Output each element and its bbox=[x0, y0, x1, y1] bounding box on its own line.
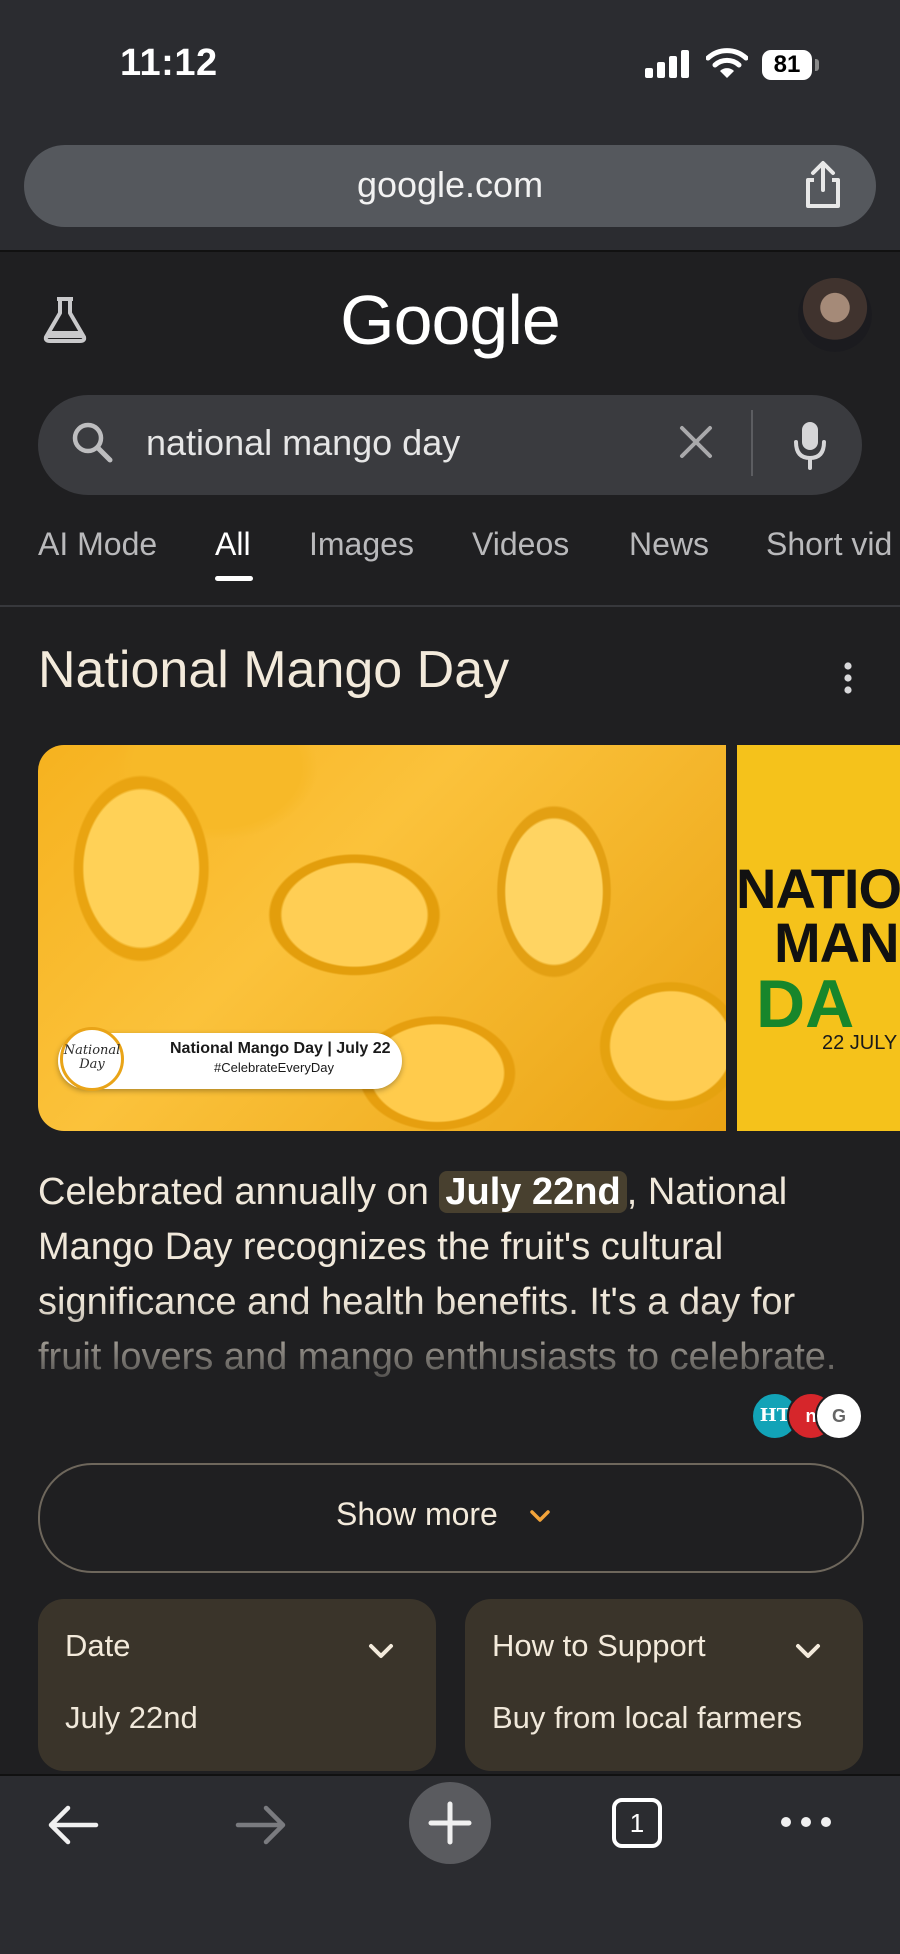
kebab-icon[interactable] bbox=[838, 660, 858, 696]
image-badge-tag: #CelebrateEveryDay bbox=[214, 1060, 334, 1075]
status-time: 11:12 bbox=[120, 42, 218, 84]
support-card-heading: How to Support bbox=[492, 1628, 706, 1663]
tabs-divider bbox=[0, 605, 900, 607]
national-day-logo: National Day bbox=[60, 1027, 124, 1091]
search-divider bbox=[751, 410, 753, 476]
date-card[interactable] bbox=[38, 1599, 436, 1771]
clear-icon[interactable] bbox=[676, 422, 716, 462]
date-card-heading: Date bbox=[65, 1628, 131, 1663]
image-badge-title: National Mango Day | July 22 bbox=[170, 1040, 391, 1057]
support-card-value: Buy from local farmers bbox=[492, 1700, 803, 1735]
tabs-icon[interactable]: 1 bbox=[612, 1798, 662, 1848]
chevron-down-icon bbox=[530, 1510, 550, 1522]
tab-images[interactable]: Images bbox=[309, 526, 414, 563]
battery-level: 81 bbox=[762, 50, 812, 80]
avatar[interactable] bbox=[798, 278, 872, 352]
description-pre: Celebrated annually on bbox=[38, 1171, 440, 1213]
tab-news[interactable]: News bbox=[629, 526, 709, 563]
result-title: National Mango Day bbox=[38, 641, 510, 699]
battery-cap bbox=[815, 59, 819, 71]
support-card[interactable] bbox=[465, 1599, 863, 1771]
more-icon[interactable] bbox=[778, 1812, 834, 1832]
back-icon[interactable] bbox=[44, 1800, 102, 1850]
source-g[interactable]: G bbox=[815, 1392, 863, 1440]
description-highlight: July 22nd bbox=[439, 1171, 627, 1213]
google-logo: Google bbox=[340, 281, 561, 359]
address-url[interactable]: google.com bbox=[24, 164, 876, 206]
poster-line-2: MAN bbox=[774, 911, 900, 974]
tab-all-underline bbox=[215, 576, 253, 581]
mic-icon[interactable] bbox=[790, 418, 830, 472]
poster-line-4: 22 JULY bbox=[822, 1032, 898, 1054]
signal-icon bbox=[645, 50, 689, 78]
tab-all[interactable]: All bbox=[215, 526, 251, 563]
share-icon[interactable] bbox=[800, 160, 846, 210]
wifi-icon bbox=[706, 48, 748, 78]
show-more-label[interactable]: Show more bbox=[336, 1496, 498, 1533]
date-card-value: July 22nd bbox=[65, 1700, 198, 1735]
search-input[interactable]: national mango day bbox=[146, 422, 460, 464]
search-icon bbox=[72, 422, 113, 463]
new-tab-button[interactable] bbox=[409, 1782, 491, 1864]
forward-icon[interactable] bbox=[232, 1800, 290, 1850]
plus-icon bbox=[428, 1801, 472, 1845]
chevron-down-icon[interactable] bbox=[791, 1634, 825, 1668]
chevron-down-icon[interactable] bbox=[364, 1634, 398, 1668]
tab-ai-mode[interactable]: AI Mode bbox=[38, 526, 157, 563]
tab-short-videos[interactable]: Short vid bbox=[766, 526, 892, 563]
tab-videos[interactable]: Videos bbox=[472, 526, 569, 563]
poster-line-1: NATIO bbox=[736, 857, 900, 920]
